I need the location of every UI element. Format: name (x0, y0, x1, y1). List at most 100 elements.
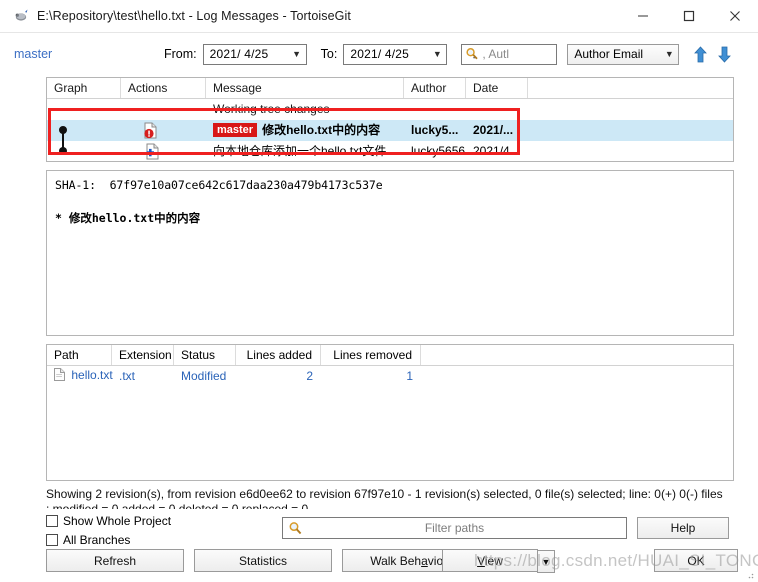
commit-detail-pane[interactable]: SHA-1: 67f97e10a07ce642c617daa230a479b41… (46, 170, 734, 336)
row-actions (121, 141, 206, 161)
changed-files-list[interactable]: Path Extension Status Lines added Lines … (46, 344, 734, 481)
tortoisegit-icon (14, 8, 30, 24)
status-line-2: : modified = 0 added = 0 deleted = 0 rep… (46, 502, 309, 509)
file-path-text: hello.txt (71, 368, 113, 382)
view-button[interactable]: View ▼ (442, 549, 555, 573)
view-label: View (477, 553, 503, 568)
checkbox-label: All Branches (63, 532, 131, 547)
file-extension-cell: .txt (119, 369, 136, 383)
help-button[interactable]: Help (637, 517, 729, 539)
status-line-1: Showing 2 revision(s), from revision e6d… (46, 487, 723, 501)
branch-badge: master (213, 123, 258, 137)
column-header-graph[interactable]: Graph (47, 78, 121, 98)
window-title: E:\Repository\test\hello.txt - Log Messa… (37, 9, 351, 23)
file-table-header: Path Extension Status Lines added Lines … (47, 345, 733, 366)
to-date-picker[interactable]: 2021/ 4/25 ▼ (343, 43, 448, 65)
modified-icon (143, 122, 159, 141)
table-row[interactable]: master 修改hello.txt中的内容 lucky5... 2021/... (47, 120, 733, 141)
sha1-value: 67f97e10a07ce642c617daa230a479b4173c537e (109, 178, 383, 192)
tortoisegit-log-window: E:\Repository\test\hello.txt - Log Messa… (0, 0, 758, 582)
chevron-down-icon: ▼ (292, 48, 302, 59)
search-icon (283, 521, 307, 536)
search-icon (462, 47, 482, 61)
filter-toolbar: master From: 2021/ 4/25 ▼ To: 2021/ 4/25… (0, 38, 758, 70)
file-lines-added-cell: 2 (306, 369, 313, 383)
graph-node-dot (59, 147, 67, 155)
column-header-message[interactable]: Message (206, 78, 404, 98)
row-date: 2021/4... (473, 144, 520, 158)
current-branch-link[interactable]: master (14, 47, 164, 61)
table-row[interactable]: Working tree changes (47, 99, 733, 120)
row-graph (47, 99, 121, 120)
log-message-list[interactable]: Graph Actions Message Author Date Workin… (46, 77, 734, 162)
commit-message-text: * 修改hello.txt中的内容 (55, 211, 201, 225)
log-table-header: Graph Actions Message Author Date (47, 78, 733, 99)
row-author (404, 99, 466, 120)
row-message-text: 修改hello.txt中的内容 (262, 123, 381, 137)
options-checkboxes: Show Whole Project All Branches (46, 511, 276, 549)
sha1-label: SHA-1: (55, 178, 96, 192)
to-date-value: 2021/ 4/25 (350, 47, 410, 61)
refresh-button[interactable]: Refresh (46, 549, 184, 572)
title-bar: E:\Repository\test\hello.txt - Log Messa… (0, 0, 758, 33)
file-status-cell: Modified (181, 369, 227, 383)
row-date (466, 99, 528, 120)
column-header-actions[interactable]: Actions (121, 78, 206, 98)
ok-button[interactable]: OK (654, 549, 738, 572)
author-filter-value: Author Email (574, 47, 644, 61)
added-icon (143, 143, 160, 161)
sha1-line: SHA-1: 67f97e10a07ce642c617daa230a479b41… (55, 178, 725, 192)
column-header-status[interactable]: Status (174, 345, 236, 365)
from-date-value: 2021/ 4/25 (209, 47, 269, 61)
row-actions (121, 99, 206, 120)
list-item[interactable]: hello.txt .txt Modified 2 1 (47, 366, 733, 386)
from-label: From: (164, 47, 197, 61)
row-message: Working tree changes (213, 102, 330, 116)
column-header-filler (421, 345, 733, 365)
from-date-picker[interactable]: 2021/ 4/25 ▼ (202, 43, 307, 65)
search-placeholder-text: , Autl (482, 47, 510, 61)
search-input[interactable]: , Autl (461, 43, 558, 65)
row-author: lucky5... (411, 123, 459, 137)
chevron-down-icon: ▼ (664, 48, 674, 59)
to-label: To: (320, 47, 338, 61)
chevron-down-icon[interactable]: ▼ (537, 550, 555, 573)
window-controls (620, 0, 758, 33)
document-icon (54, 368, 68, 384)
row-graph (47, 141, 121, 161)
chevron-down-icon: ▼ (432, 48, 442, 59)
resize-grip[interactable] (744, 569, 754, 579)
checkbox-box[interactable] (46, 533, 58, 546)
status-summary: Showing 2 revision(s), from revision e6d… (46, 487, 738, 509)
scroll-up-button[interactable] (689, 43, 711, 66)
filter-paths-input[interactable]: Filter paths (282, 517, 627, 539)
column-header-filler (528, 78, 733, 98)
graph-node-dot (59, 126, 67, 134)
statistics-button[interactable]: Statistics (194, 549, 332, 572)
author-filter-select[interactable]: Author Email ▼ (567, 43, 680, 65)
file-path-cell: hello.txt (47, 368, 113, 384)
checkbox-box[interactable] (46, 514, 58, 527)
column-header-extension[interactable]: Extension (112, 345, 174, 365)
table-row[interactable]: 向本地仓库添加一个hello.txt文件 lucky5656 2021/4... (47, 141, 733, 161)
file-lines-removed-cell: 1 (406, 369, 413, 383)
column-header-lines-added[interactable]: Lines added (236, 345, 321, 365)
column-header-date[interactable]: Date (466, 78, 528, 98)
row-actions (121, 120, 206, 141)
row-message: master 修改hello.txt中的内容 (206, 120, 404, 141)
row-message: 向本地仓库添加一个hello.txt文件 (213, 144, 387, 158)
row-graph (47, 120, 121, 141)
row-date: 2021/... (473, 123, 514, 137)
checkbox-label: Show Whole Project (63, 513, 172, 528)
column-header-path[interactable]: Path (47, 345, 112, 365)
close-button[interactable] (712, 0, 758, 33)
checkbox-show-whole-project[interactable]: Show Whole Project (46, 511, 276, 530)
column-header-lines-removed[interactable]: Lines removed (321, 345, 421, 365)
filter-paths-placeholder: Filter paths (424, 521, 485, 535)
checkbox-all-branches[interactable]: All Branches (46, 530, 276, 549)
minimize-button[interactable] (620, 0, 666, 33)
scroll-down-button[interactable] (713, 43, 735, 66)
column-header-author[interactable]: Author (404, 78, 466, 98)
row-author: lucky5656 (411, 144, 466, 158)
maximize-button[interactable] (666, 0, 712, 33)
